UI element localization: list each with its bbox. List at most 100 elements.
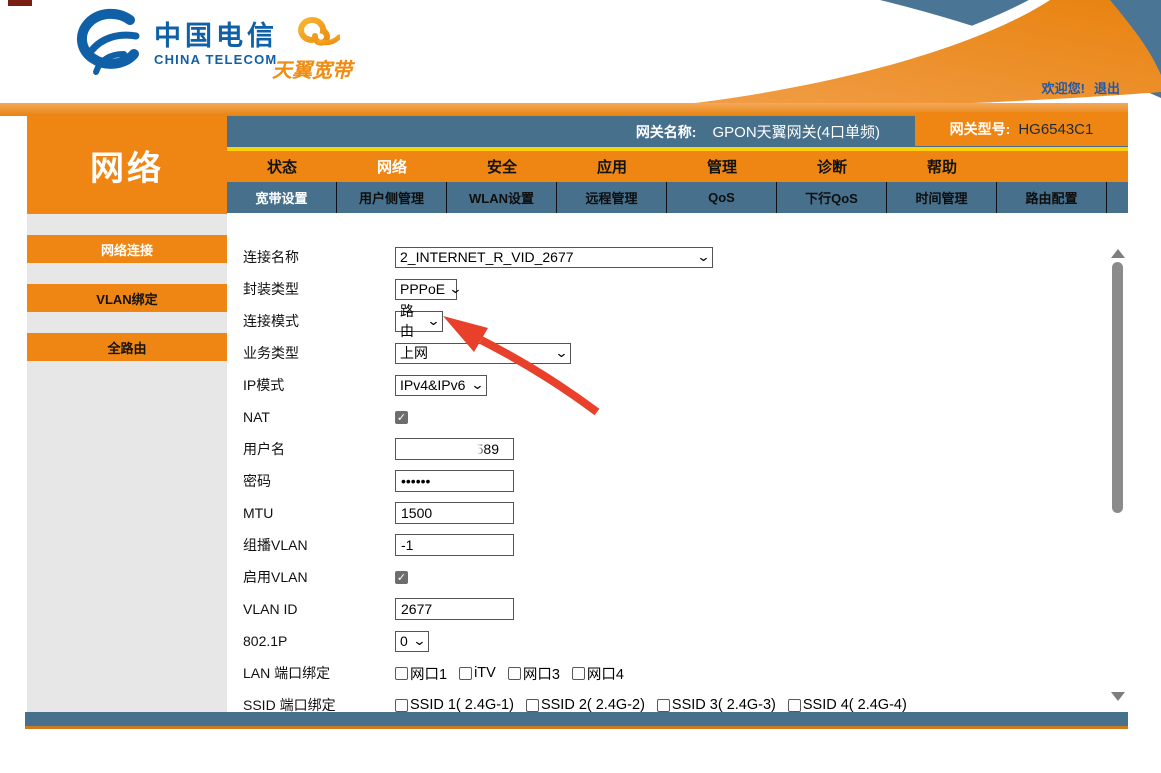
service-type-select[interactable]: 上网 ⌄ <box>395 343 571 364</box>
scrollbar-up-arrow-icon[interactable] <box>1111 249 1125 258</box>
username-input[interactable]: 589 <box>395 438 514 460</box>
password-label: 密码 <box>243 471 395 491</box>
priority-802-1p-select[interactable]: 0⌄ <box>395 631 429 652</box>
password-value: •••••• <box>401 473 430 489</box>
multicast-vlan-input[interactable]: -1 <box>395 534 514 556</box>
username-label: 用户名 <box>243 439 395 459</box>
sidebar-item-全路由[interactable]: 全路由 <box>27 333 227 361</box>
lan-port-binding-option: 网口3 <box>508 663 560 684</box>
encapsulation-type-label: 封装类型 <box>243 279 395 299</box>
ssid-port-binding-label: SSID 端口绑定 <box>243 695 395 713</box>
service-type-label: 业务类型 <box>243 343 395 363</box>
router-admin-page: 中国电信 CHINA TELECOM 天翼宽带 欢迎您! 退出 网关名称: GP… <box>0 0 1161 773</box>
lan-port-binding-option: 网口4 <box>572 663 624 684</box>
form-row-ip-mode: IP模式IPv4&IPv6⌄ <box>243 369 1105 401</box>
mtu-label: MTU <box>243 505 395 521</box>
connection-name-label: 连接名称 <box>243 247 395 267</box>
chevron-down-icon: ⌄ <box>449 284 463 294</box>
ssid-port-binding-checkbox-SSID 2( 2.4G-2)[interactable] <box>526 699 539 712</box>
connection-name-select[interactable]: 2_INTERNET_R_VID_2677⌄ <box>395 247 713 268</box>
multicast-vlan-value: -1 <box>401 537 413 553</box>
lan-port-binding-option: iTV <box>459 665 496 681</box>
gateway-model-value: HG6543C1 <box>1018 121 1093 138</box>
encapsulation-type-select[interactable]: PPPoE⌄ <box>395 279 457 300</box>
lan-port-binding-checkbox-网口3[interactable] <box>508 667 521 680</box>
service-type-value: 上网 <box>400 343 428 363</box>
lan-port-binding-checkbox-网口4[interactable] <box>572 667 585 680</box>
broadband-settings-form: 连接名称2_INTERNET_R_VID_2677⌄封装类型PPPoE⌄连接模式… <box>227 213 1105 713</box>
ssid-port-binding-group: SSID 1( 2.4G-1) SSID 2( 2.4G-2) SSID 3( 2.… <box>395 697 907 713</box>
form-row-multicast-vlan: 组播VLAN -1 <box>243 529 1105 561</box>
connection-mode-select[interactable]: 路由⌄ <box>395 311 443 332</box>
lan-port-binding-option: 网口1 <box>395 663 447 684</box>
mtu-input[interactable]: 1500 <box>395 502 514 524</box>
sidebar-item-网络连接[interactable]: 网络连接 <box>27 235 227 263</box>
tab-应用[interactable]: 应用 <box>557 151 667 182</box>
ip-mode-value: IPv4&IPv6 <box>400 377 465 393</box>
subtab-QoS[interactable]: QoS <box>667 182 777 213</box>
gateway-model-block: 网关型号: HG6543C1 <box>915 112 1128 146</box>
china-telecom-logo: 中国电信 CHINA TELECOM <box>66 8 278 80</box>
scrollbar-down-arrow-icon[interactable] <box>1111 692 1125 701</box>
form-row-ssid-port-binding: SSID 端口绑定SSID 1( 2.4G-1)SSID 2( 2.4G-2)S… <box>243 689 1105 713</box>
ssid-port-binding-option: SSID 4( 2.4G-4) <box>788 697 907 713</box>
ssid-port-binding-option-label: SSID 4( 2.4G-4) <box>803 697 907 713</box>
ssid-port-binding-option-label: SSID 1( 2.4G-1) <box>410 697 514 713</box>
chevron-down-icon: ⌄ <box>554 348 568 358</box>
subtab-远程管理[interactable]: 远程管理 <box>557 182 667 213</box>
tab-安全[interactable]: 安全 <box>447 151 557 182</box>
tab-帮助[interactable]: 帮助 <box>887 151 997 182</box>
tab-诊断[interactable]: 诊断 <box>777 151 887 182</box>
scrollbar-thumb[interactable] <box>1112 262 1123 513</box>
subtab-时间管理[interactable]: 时间管理 <box>887 182 997 213</box>
form-row-mtu: MTU 1500 <box>243 497 1105 529</box>
sidebar-item-VLAN绑定[interactable]: VLAN绑定 <box>27 284 227 312</box>
nat-checkbox[interactable]: ✓ <box>395 411 408 424</box>
vlan-id-input[interactable]: 2677 <box>395 598 514 620</box>
ssid-port-binding-option: SSID 1( 2.4G-1) <box>395 697 514 713</box>
tab-状态[interactable]: 状态 <box>227 151 337 182</box>
chevron-down-icon: ⌄ <box>470 380 484 390</box>
ip-mode-select[interactable]: IPv4&IPv6 ⌄ <box>395 375 487 396</box>
logout-link[interactable]: 退出 <box>1094 78 1120 97</box>
mtu-value: 1500 <box>401 505 432 521</box>
ssid-port-binding-checkbox-SSID 1( 2.4G-1)[interactable] <box>395 699 408 712</box>
connection-mode-label: 连接模式 <box>243 311 395 331</box>
ssid-port-binding-checkbox-SSID 3( 2.4G-3)[interactable] <box>657 699 670 712</box>
brand-logo-text: 天翼宽带 <box>272 54 352 83</box>
enable-vlan-checkbox[interactable]: ✓ <box>395 571 408 584</box>
ssid-port-binding-option-label: SSID 2( 2.4G-2) <box>541 697 645 713</box>
tianyi-swirl-icon <box>284 10 340 54</box>
browser-artifact <box>8 0 32 6</box>
subtab-用户侧管理[interactable]: 用户侧管理 <box>337 182 447 213</box>
lan-port-binding-option-label: 网口3 <box>523 663 560 684</box>
ssid-port-binding-checkbox-SSID 4( 2.4G-4)[interactable] <box>788 699 801 712</box>
lan-port-binding-option-label: 网口4 <box>587 663 624 684</box>
subtab-路由配置[interactable]: 路由配置 <box>997 182 1107 213</box>
tab-网络[interactable]: 网络 <box>337 151 447 182</box>
form-row-username: 用户名589 <box>243 433 1105 465</box>
telecom-logo-en: CHINA TELECOM <box>154 53 278 67</box>
tab-管理[interactable]: 管理 <box>667 151 777 182</box>
form-row-connection-name: 连接名称2_INTERNET_R_VID_2677⌄ <box>243 241 1105 273</box>
sidebar-section-title: 网络 <box>27 116 227 214</box>
sub-nav-tabs: 宽带设置用户侧管理WLAN设置远程管理QoS下行QoS时间管理路由配置 <box>227 182 1128 213</box>
password-input[interactable]: •••••• <box>395 470 514 492</box>
form-row-password: 密码 •••••• <box>243 465 1105 497</box>
main-nav-tabs: 状态网络安全应用管理诊断帮助 <box>227 151 1128 182</box>
lan-port-binding-checkbox-iTV[interactable] <box>459 667 472 680</box>
enable-vlan-label: 启用VLAN <box>243 567 395 587</box>
subtab-宽带设置[interactable]: 宽带设置 <box>227 182 337 213</box>
encapsulation-type-value: PPPoE <box>400 281 445 297</box>
ssid-port-binding-option-label: SSID 3( 2.4G-3) <box>672 697 776 713</box>
subtab-WLAN设置[interactable]: WLAN设置 <box>447 182 557 213</box>
subtab-下行QoS[interactable]: 下行QoS <box>777 182 887 213</box>
redaction-blur <box>395 441 478 458</box>
ssid-port-binding-option: SSID 2( 2.4G-2) <box>526 697 645 713</box>
form-row-priority-802-1p: 802.1P0⌄ <box>243 625 1105 657</box>
ssid-port-binding-option: SSID 3( 2.4G-3) <box>657 697 776 713</box>
gateway-name-label: 网关名称: <box>636 122 697 142</box>
lan-port-binding-checkbox-网口1[interactable] <box>395 667 408 680</box>
welcome-text: 欢迎您! <box>1042 78 1085 97</box>
multicast-vlan-label: 组播VLAN <box>243 535 395 555</box>
